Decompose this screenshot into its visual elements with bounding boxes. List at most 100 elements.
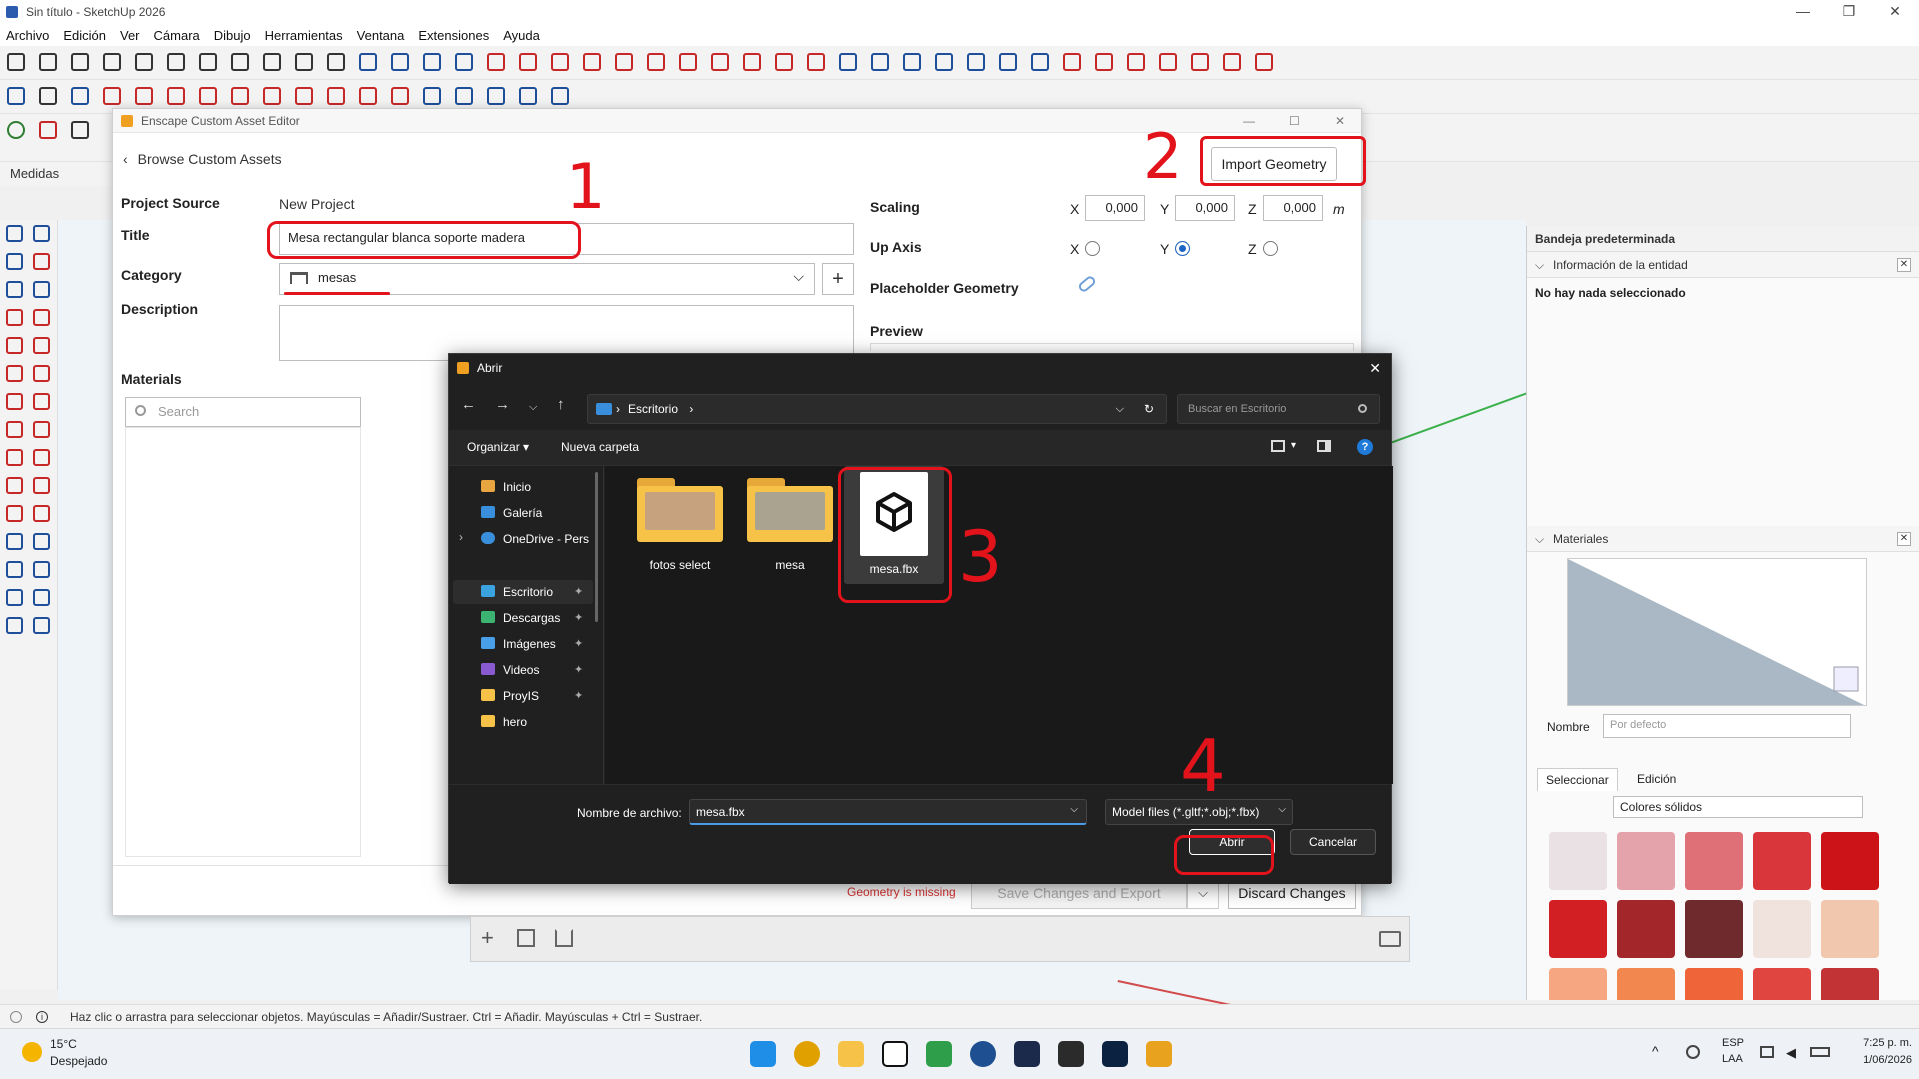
- maximize-button[interactable]: ❐: [1826, 0, 1872, 24]
- xray-icon[interactable]: [999, 53, 1017, 71]
- swatch-13[interactable]: [1685, 968, 1743, 1000]
- chevron-down-icon[interactable]: ⌵: [1070, 804, 1078, 815]
- pushpull-left-icon[interactable]: [33, 421, 50, 438]
- brightness-icon[interactable]: [1686, 1045, 1700, 1059]
- menu-ayuda[interactable]: Ayuda: [503, 28, 540, 43]
- chrome-icon[interactable]: [794, 1041, 820, 1067]
- close-icon[interactable]: ✕: [1897, 258, 1911, 272]
- weather-desc[interactable]: Despejado: [50, 1054, 107, 1068]
- paint-tool-icon[interactable]: [327, 87, 345, 105]
- swatch-11[interactable]: [1549, 968, 1607, 1000]
- shadow-icon[interactable]: [519, 87, 537, 105]
- organize-button[interactable]: Organizar ▾: [467, 440, 529, 454]
- materials-header[interactable]: ⌵ Materiales ✕: [1527, 526, 1919, 552]
- print-icon[interactable]: [295, 53, 313, 71]
- zoom-tool-icon[interactable]: [391, 87, 409, 105]
- nav-galeria[interactable]: Galería: [481, 502, 542, 524]
- editor-maximize-button[interactable]: ☐: [1289, 109, 1300, 133]
- offset-icon[interactable]: [647, 53, 665, 71]
- battery-icon[interactable]: [1810, 1047, 1830, 1057]
- duplicate-icon[interactable]: [517, 929, 535, 947]
- file-item-mesa[interactable]: mesa: [745, 478, 835, 572]
- component-icon[interactable]: [391, 53, 409, 71]
- section-icon[interactable]: [1255, 53, 1273, 71]
- rotate-icon[interactable]: [551, 53, 569, 71]
- zoom-window-icon[interactable]: [33, 561, 50, 578]
- forward-arrow-icon[interactable]: →: [495, 396, 510, 424]
- back-button[interactable]: ‹ Browse Custom Assets: [123, 151, 282, 167]
- arc-icon[interactable]: [1095, 53, 1113, 71]
- info-icon[interactable]: [327, 53, 345, 71]
- eraser-tool-icon[interactable]: [33, 253, 50, 270]
- freehand-tool-icon[interactable]: [33, 309, 50, 326]
- swatch-2[interactable]: [1617, 832, 1675, 890]
- address-bar[interactable]: › Escritorio › ⌵ ↻: [587, 394, 1167, 424]
- menu-edicion[interactable]: Edición: [63, 28, 106, 43]
- swatch-4[interactable]: [1753, 832, 1811, 890]
- view-dropdown-icon[interactable]: ▾: [1291, 440, 1296, 451]
- look-around-icon[interactable]: [6, 617, 23, 634]
- walk-left-icon[interactable]: [33, 589, 50, 606]
- protractor-left-icon[interactable]: [33, 505, 50, 522]
- enscape-sync-icon[interactable]: [39, 121, 57, 139]
- lasso-icon[interactable]: [71, 87, 89, 105]
- cancel-button[interactable]: Cancelar: [1290, 829, 1376, 855]
- rotate-tool-icon[interactable]: [199, 87, 217, 105]
- swatch-12[interactable]: [1617, 968, 1675, 1000]
- nav-onedrive[interactable]: OneDrive - Pers: [481, 528, 589, 550]
- zoom-icon[interactable]: [903, 53, 921, 71]
- circle-icon[interactable]: [1159, 53, 1177, 71]
- up-axis-x-radio[interactable]: [1085, 241, 1100, 256]
- menu-archivo[interactable]: Archivo: [6, 28, 49, 43]
- swatch-1[interactable]: [1549, 832, 1607, 890]
- polygon-icon[interactable]: [1191, 53, 1209, 71]
- up-axis-z-radio[interactable]: [1263, 241, 1278, 256]
- look-icon[interactable]: [455, 87, 473, 105]
- material-name-input[interactable]: Por defecto: [1603, 714, 1851, 738]
- filename-input[interactable]: mesa.fbx ⌵: [689, 799, 1087, 825]
- section-tool-icon[interactable]: [359, 87, 377, 105]
- pan-icon[interactable]: [871, 53, 889, 71]
- tape-left-icon[interactable]: [6, 505, 23, 522]
- cut-icon[interactable]: [103, 53, 121, 71]
- swatch-15[interactable]: [1821, 968, 1879, 1000]
- mirror-icon[interactable]: [295, 87, 313, 105]
- shape-icon[interactable]: [135, 87, 153, 105]
- scale-tool-icon[interactable]: [263, 87, 281, 105]
- help-icon[interactable]: ?: [1357, 439, 1373, 455]
- shaded-icon[interactable]: [1031, 53, 1049, 71]
- copy-icon[interactable]: [135, 53, 153, 71]
- pencil-icon[interactable]: [103, 87, 121, 105]
- eraser-icon[interactable]: [455, 53, 473, 71]
- add-category-button[interactable]: +: [822, 263, 854, 295]
- windows-start-icon[interactable]: [750, 1041, 776, 1067]
- view-options-icon[interactable]: [1271, 440, 1285, 452]
- offset-left-icon[interactable]: [33, 477, 50, 494]
- editor-minimize-button[interactable]: —: [1243, 109, 1255, 133]
- category-select[interactable]: mesas ⌵: [279, 263, 815, 295]
- export-icon[interactable]: [555, 929, 573, 947]
- link-icon[interactable]: [1076, 274, 1098, 294]
- search-tool-icon[interactable]: [7, 87, 25, 105]
- up-axis-y-radio[interactable]: [1175, 241, 1190, 256]
- menu-ver[interactable]: Ver: [120, 28, 140, 43]
- select-icon[interactable]: [6, 225, 23, 242]
- tab-edicion[interactable]: Edición: [1629, 768, 1684, 790]
- info-icon[interactable]: i: [36, 1011, 48, 1023]
- lasso-select-icon[interactable]: [33, 225, 50, 242]
- text-icon[interactable]: [775, 53, 793, 71]
- swatch-6[interactable]: [1549, 900, 1607, 958]
- nav-videos[interactable]: Videos: [481, 659, 539, 681]
- chevron-right-icon[interactable]: ›: [459, 530, 463, 544]
- editor-close-button[interactable]: ✕: [1335, 109, 1345, 133]
- autocad-icon[interactable]: [1014, 1041, 1040, 1067]
- move-icon[interactable]: [487, 53, 505, 71]
- file-explorer-icon[interactable]: [838, 1041, 864, 1067]
- scale-x-input[interactable]: 0,000: [1085, 195, 1145, 221]
- menu-camara[interactable]: Cámara: [154, 28, 200, 43]
- nav-escritorio[interactable]: Escritorio: [481, 581, 553, 603]
- recent-dropdown-icon[interactable]: ⌵: [529, 401, 537, 429]
- breadcrumb-escritorio[interactable]: Escritorio: [628, 402, 678, 416]
- photoshop-icon[interactable]: [1102, 1041, 1128, 1067]
- zoom-extents-icon[interactable]: [935, 53, 953, 71]
